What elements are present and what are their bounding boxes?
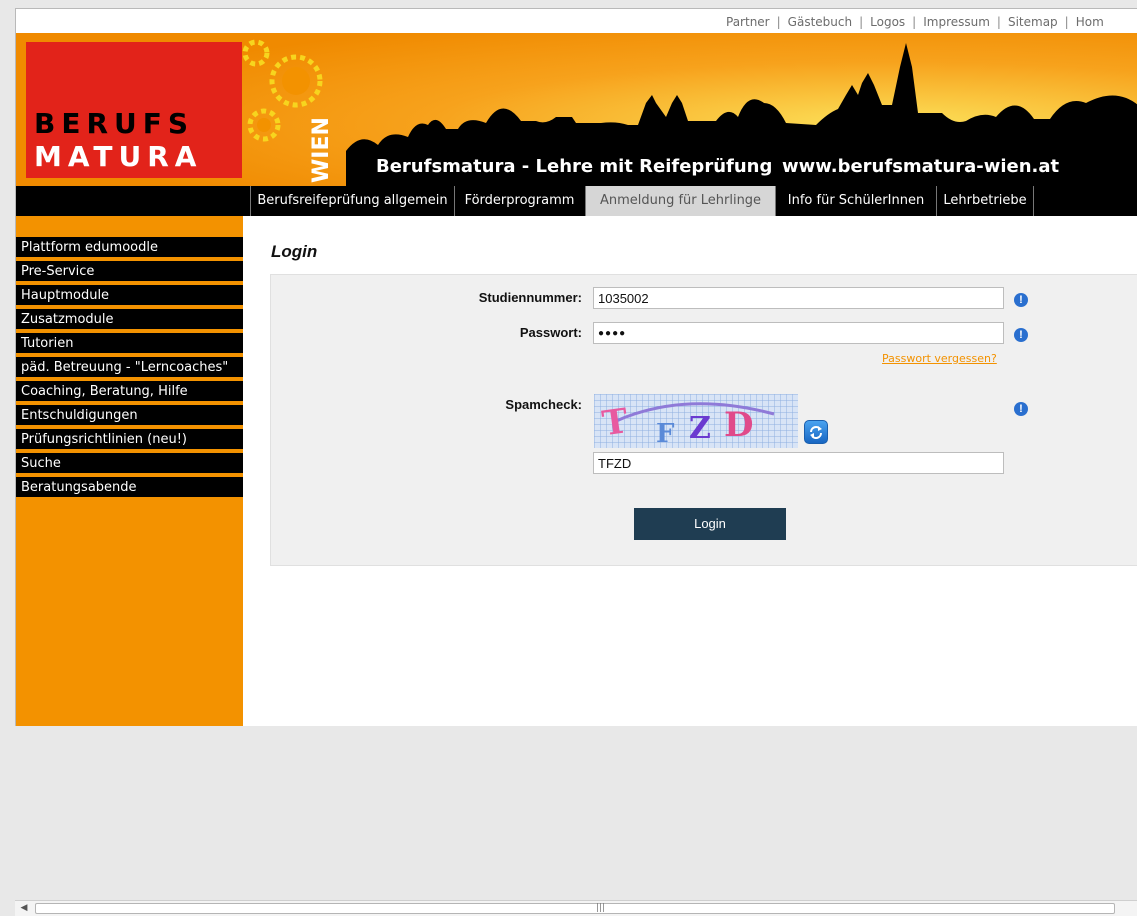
top-link-guestbook[interactable]: Gästebuch bbox=[781, 15, 859, 29]
nav-item-foerderprogramm[interactable]: Förderprogramm bbox=[454, 186, 586, 216]
refresh-icon bbox=[810, 426, 822, 439]
info-icon[interactable]: ! bbox=[1014, 293, 1028, 307]
sidebar-item-lerncoaches[interactable]: päd. Betreuung - "Lerncoaches" bbox=[16, 357, 243, 379]
spamcheck-input[interactable] bbox=[593, 452, 1004, 474]
top-links-bar: Partner | Gästebuch | Logos | Impressum | Sitema… bbox=[16, 9, 1137, 33]
captcha-char: D bbox=[724, 405, 753, 445]
sidebar-item-entschuldigungen[interactable]: Entschuldigungen bbox=[16, 405, 243, 427]
captcha-char: Z bbox=[689, 411, 711, 446]
main-nav: Berufsreifeprüfung allgemein Förderprogr… bbox=[16, 186, 1137, 216]
nav-item-berufsreife[interactable]: Berufsreifeprüfung allgemein bbox=[250, 186, 455, 216]
info-icon[interactable]: ! bbox=[1014, 402, 1028, 416]
top-link-home[interactable]: Hom bbox=[1069, 15, 1111, 29]
nav-item-info-schueler[interactable]: Info für SchülerInnen bbox=[776, 186, 937, 216]
sidebar-item-coaching[interactable]: Coaching, Beratung, Hilfe bbox=[16, 381, 243, 403]
banner-url: www.berufsmatura-wien.at bbox=[782, 156, 1060, 177]
top-link-logos[interactable]: Logos bbox=[863, 15, 912, 29]
city-label: WIEN bbox=[309, 117, 334, 183]
info-icon[interactable]: ! bbox=[1014, 328, 1028, 342]
captcha-image: T F Z D bbox=[594, 394, 798, 448]
forgot-password-link[interactable]: Passwort vergessen? bbox=[882, 352, 997, 365]
student-number-label: Studiennummer: bbox=[478, 290, 582, 305]
header-banner: BERUFS MATURA WIEN Berufsmatura - Lehre … bbox=[16, 33, 1137, 186]
scrollbar-grip: ||| bbox=[596, 903, 606, 913]
logo-text-line1: BERUFS bbox=[34, 107, 194, 140]
top-link-sitemap[interactable]: Sitemap bbox=[1001, 15, 1065, 29]
refresh-captcha-button[interactable] bbox=[804, 420, 828, 444]
sidebar-item-hauptmodule[interactable]: Hauptmodule bbox=[16, 285, 243, 307]
password-input[interactable]: ●●●● bbox=[593, 322, 1004, 344]
top-link-partner[interactable]: Partner bbox=[719, 15, 777, 29]
sidebar-item-tutorien[interactable]: Tutorien bbox=[16, 333, 243, 355]
horizontal-scrollbar[interactable]: ◀ ||| bbox=[15, 900, 1137, 916]
page-title: Login bbox=[271, 242, 318, 261]
spamcheck-label: Spamcheck: bbox=[505, 397, 582, 412]
password-label: Passwort: bbox=[519, 325, 582, 340]
browser-viewport: Partner | Gästebuch | Logos | Impressum | Sitema… bbox=[15, 8, 1137, 726]
captcha-char: F bbox=[656, 419, 675, 448]
sidebar: Plattform edumoodle Pre-Service Hauptmod… bbox=[16, 216, 243, 726]
nav-item-lehrbetriebe[interactable]: Lehrbetriebe bbox=[937, 186, 1034, 216]
scrollbar-thumb[interactable]: ||| bbox=[35, 903, 1115, 914]
sidebar-item-beratungsabende[interactable]: Beratungsabende bbox=[16, 477, 243, 499]
nav-item-anmeldung[interactable]: Anmeldung für Lehrlinge bbox=[586, 186, 776, 216]
logo-text-line2: MATURA bbox=[34, 140, 202, 173]
sidebar-item-zusatzmodule[interactable]: Zusatzmodule bbox=[16, 309, 243, 331]
scroll-left-icon[interactable]: ◀ bbox=[17, 903, 31, 914]
sidebar-item-edumoodle[interactable]: Plattform edumoodle bbox=[16, 237, 243, 259]
logo[interactable]: BERUFS MATURA bbox=[26, 42, 242, 178]
sidebar-item-suche[interactable]: Suche bbox=[16, 453, 243, 475]
sidebar-item-pruefungsrichtlinien[interactable]: Prüfungsrichtlinien (neu!) bbox=[16, 429, 243, 451]
login-button[interactable]: Login bbox=[634, 508, 786, 540]
sidebar-item-pre-service[interactable]: Pre-Service bbox=[16, 261, 243, 283]
student-number-input[interactable] bbox=[593, 287, 1004, 309]
login-form: Studiennummer: ! Passwort: ●●●● ! Passwo… bbox=[270, 274, 1137, 566]
top-link-impressum[interactable]: Impressum bbox=[916, 15, 997, 29]
main-content: Login Studiennummer: ! Passwort: ●●●● ! … bbox=[243, 216, 1137, 726]
banner-tagline: Berufsmatura - Lehre mit Reifeprüfung bbox=[376, 156, 772, 177]
